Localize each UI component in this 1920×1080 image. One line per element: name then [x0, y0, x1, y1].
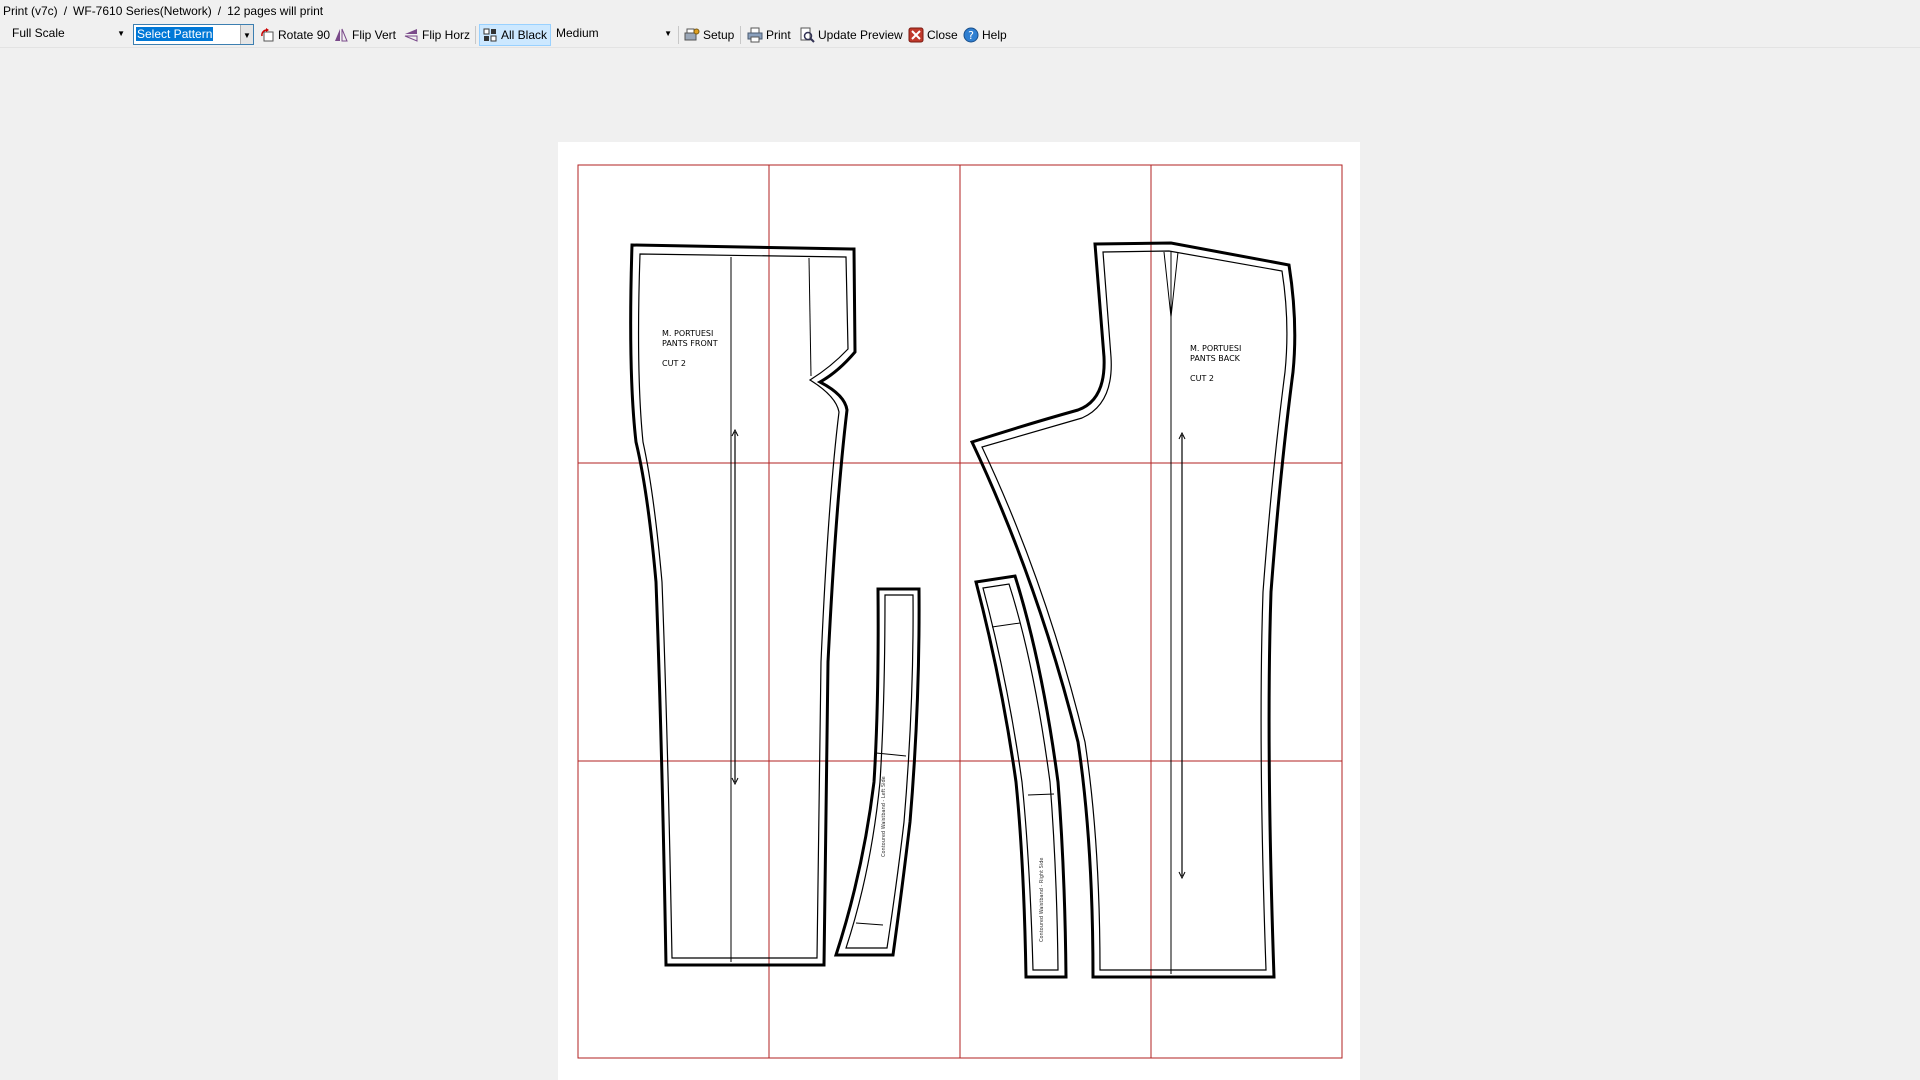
- title-separator: /: [217, 4, 222, 18]
- pattern-preview: M. PORTUESI PANTS FRONT CUT 2 M. PORTUES…: [577, 164, 1343, 1059]
- waistband-left-label: Contoured Waistband - Left Side: [881, 776, 887, 857]
- toolbar-divider: [678, 26, 679, 44]
- title-bar: Print (v7c) / WF-7610 Series(Network) / 12 p…: [0, 0, 1920, 22]
- back-piece-name: PANTS BACK: [1190, 354, 1241, 363]
- svg-text:?: ?: [968, 29, 974, 42]
- flip-horz-icon: [404, 29, 418, 42]
- toolbar-divider: [475, 26, 476, 44]
- line-thickness-dropdown[interactable]: Medium ▼: [553, 24, 675, 45]
- toolbar: Full Scale ▼ Select Pattern ▼ Rotate 90 …: [0, 22, 1920, 48]
- help-button[interactable]: ? Help: [960, 24, 1011, 46]
- pants-back-piece: M. PORTUESI PANTS BACK CUT 2: [969, 241, 1297, 979]
- print-label: Print: [766, 28, 791, 42]
- update-preview-icon: [800, 27, 815, 43]
- close-icon: [908, 27, 924, 43]
- pants-front-piece: M. PORTUESI PANTS FRONT CUT 2: [629, 243, 857, 967]
- flip-vert-label: Flip Vert: [352, 28, 397, 42]
- chevron-down-icon[interactable]: ▼: [240, 25, 253, 44]
- page-grid: [577, 164, 1343, 1059]
- update-preview-label: Update Preview: [818, 28, 903, 42]
- update-preview-button[interactable]: Update Preview: [796, 24, 907, 46]
- app-title: Print (v7c): [3, 4, 58, 18]
- print-preview-area[interactable]: M. PORTUESI PANTS FRONT CUT 2 M. PORTUES…: [0, 48, 1920, 1080]
- scale-value: Full Scale: [12, 26, 65, 40]
- front-pattern-name: M. PORTUESI: [662, 329, 713, 338]
- all-black-label: All Black: [501, 28, 548, 42]
- help-label: Help: [982, 28, 1007, 42]
- front-cut-count: CUT 2: [662, 359, 686, 368]
- chevron-down-icon: ▼: [664, 29, 672, 38]
- scale-dropdown[interactable]: Full Scale ▼: [4, 24, 128, 45]
- flip-vert-button[interactable]: Flip Vert: [330, 24, 400, 46]
- back-pattern-name: M. PORTUESI: [1190, 344, 1241, 353]
- pattern-value: Select Pattern: [136, 27, 214, 41]
- all-black-icon: [483, 28, 497, 42]
- help-icon: ?: [963, 27, 979, 43]
- chevron-down-icon: ▼: [117, 29, 125, 38]
- printer-name: WF-7610 Series(Network): [73, 4, 212, 18]
- flip-horz-label: Flip Horz: [422, 28, 471, 42]
- setup-button[interactable]: Setup: [681, 24, 738, 46]
- waistband-left-piece: Contoured Waistband - Left Side: [833, 587, 921, 957]
- rotate-icon: [261, 28, 274, 42]
- setup-label: Setup: [703, 28, 735, 42]
- setup-icon: [684, 28, 700, 41]
- page-count: 12 pages will print: [227, 4, 324, 18]
- all-black-toggle[interactable]: All Black: [479, 24, 551, 46]
- waistband-right-label: Contoured Waistband - Right Side: [1039, 858, 1045, 942]
- front-piece-name: PANTS FRONT: [662, 339, 718, 348]
- print-button[interactable]: Print: [744, 24, 795, 46]
- toolbar-divider: [740, 26, 741, 44]
- close-button[interactable]: Close: [905, 24, 962, 46]
- pattern-select[interactable]: Select Pattern ▼: [133, 24, 254, 45]
- rotate-button[interactable]: Rotate 90: [256, 24, 334, 46]
- waistband-right-piece: Contoured Waistband - Right Side: [974, 574, 1068, 979]
- printer-icon: [747, 27, 763, 43]
- title-separator: /: [63, 4, 68, 18]
- flip-vert-icon: [335, 28, 348, 42]
- rotate-label: Rotate 90: [278, 28, 331, 42]
- flip-horz-button[interactable]: Flip Horz: [400, 24, 474, 46]
- close-label: Close: [927, 28, 958, 42]
- line-thickness-value: Medium: [556, 26, 599, 40]
- preview-sheet: M. PORTUESI PANTS FRONT CUT 2 M. PORTUES…: [558, 142, 1360, 1080]
- back-cut-count: CUT 2: [1190, 374, 1214, 383]
